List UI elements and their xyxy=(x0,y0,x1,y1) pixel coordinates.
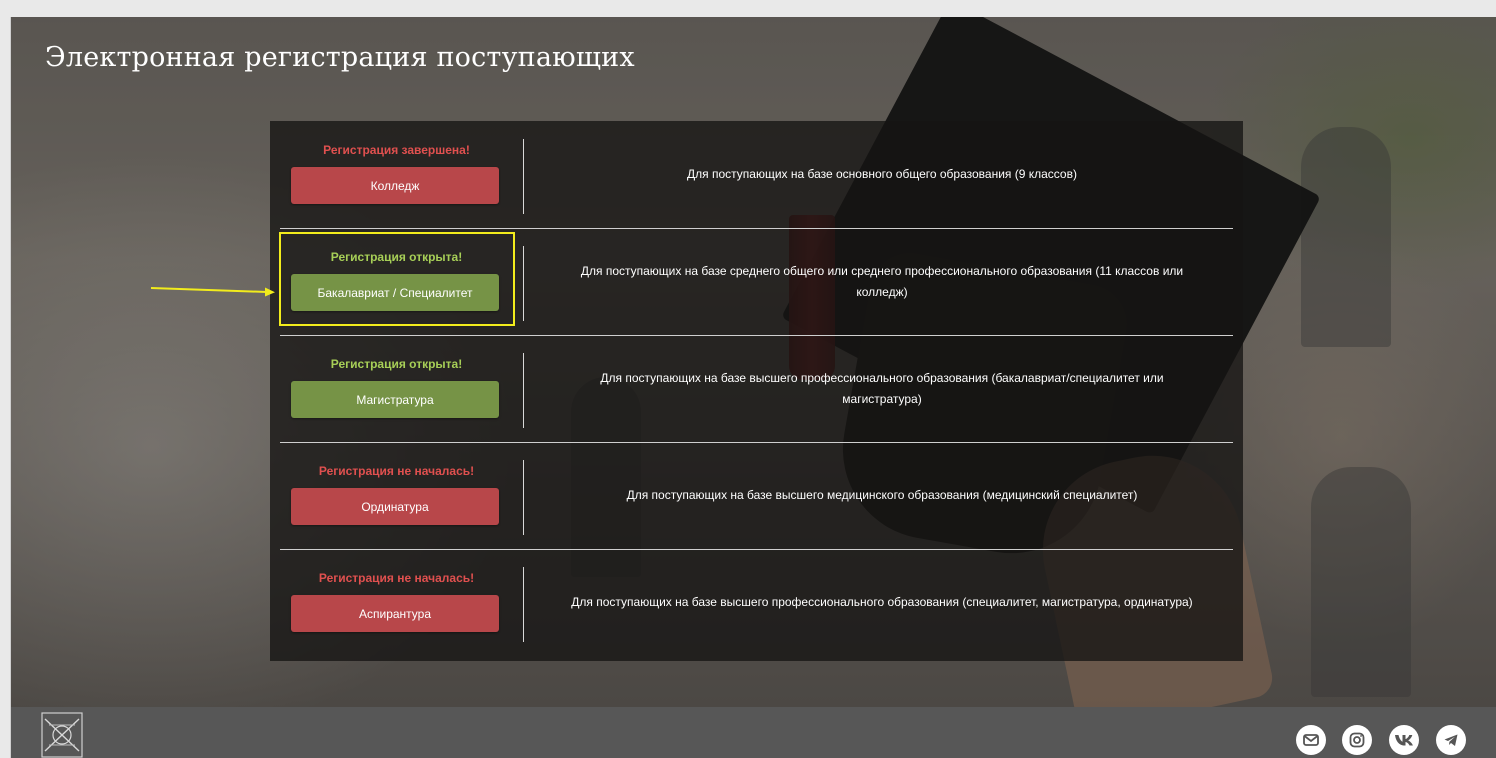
arrow-icon xyxy=(151,287,275,297)
telegram-icon[interactable] xyxy=(1436,725,1466,755)
program-left-column: Регистрация открыта! Магистратура xyxy=(280,335,513,442)
vk-icon[interactable] xyxy=(1389,725,1419,755)
program-description: Для поступающих на базе высшего медицинс… xyxy=(542,442,1222,549)
column-divider xyxy=(523,353,524,428)
program-row-master: Регистрация открыта! Магистратура Для по… xyxy=(280,335,1233,443)
page-title: Электронная регистрация поступающих xyxy=(45,42,635,73)
column-divider xyxy=(523,460,524,535)
registration-status: Регистрация открыта! xyxy=(330,357,463,371)
registration-status: Регистрация не началась! xyxy=(318,464,475,478)
footer xyxy=(11,707,1496,758)
postgraduate-button[interactable]: Аспирантура xyxy=(291,595,499,632)
description-line: Для поступающих на базе среднего общего … xyxy=(580,263,1184,278)
program-description: Для поступающих на базе высшего професси… xyxy=(542,549,1222,656)
program-description: Для поступающих на базе высшего професси… xyxy=(542,335,1222,442)
program-row-residency: Регистрация не началась! Ординатура Для … xyxy=(280,442,1233,550)
description-line: магистратура) xyxy=(842,391,922,406)
hero-background: Электронная регистрация поступающих Реги… xyxy=(11,17,1496,735)
mail-icon[interactable] xyxy=(1296,725,1326,755)
description-line: Для поступающих на базе основного общего… xyxy=(687,167,1077,181)
instagram-icon[interactable] xyxy=(1342,725,1372,755)
description-line: Для поступающих на базе высшего професси… xyxy=(571,595,1193,609)
college-button[interactable]: Колледж xyxy=(291,167,499,204)
program-description: Для поступающих на базе среднего общего … xyxy=(542,228,1222,335)
registration-status: Регистрация завершена! xyxy=(323,143,470,157)
program-left-column: Регистрация не началась! Ординатура xyxy=(280,442,513,549)
description-line: Для поступающих на базе высшего медицинс… xyxy=(626,488,1138,502)
master-button[interactable]: Магистратура xyxy=(291,381,499,418)
program-left-column: Регистрация не началась! Аспирантура xyxy=(280,549,513,656)
program-row-postgraduate: Регистрация не началась! Аспирантура Для… xyxy=(280,549,1233,656)
column-divider xyxy=(523,139,524,214)
program-panel: Регистрация завершена! Колледж Для посту… xyxy=(270,121,1243,661)
registration-status: Регистрация не началась! xyxy=(318,571,475,585)
description-line: колледж) xyxy=(856,284,908,299)
program-left-column: Регистрация завершена! Колледж xyxy=(280,121,513,228)
residency-button[interactable]: Ординатура xyxy=(291,488,499,525)
university-logo[interactable] xyxy=(39,711,91,758)
column-divider xyxy=(523,246,524,321)
highlight-box xyxy=(279,232,515,326)
browser-viewport: Электронная регистрация поступающих Реги… xyxy=(10,17,1496,758)
program-row-college: Регистрация завершена! Колледж Для посту… xyxy=(280,121,1233,229)
program-description: Для поступающих на базе основного общего… xyxy=(542,121,1222,228)
description-line: Для поступающих на базе высшего професси… xyxy=(600,370,1164,385)
column-divider xyxy=(523,567,524,642)
